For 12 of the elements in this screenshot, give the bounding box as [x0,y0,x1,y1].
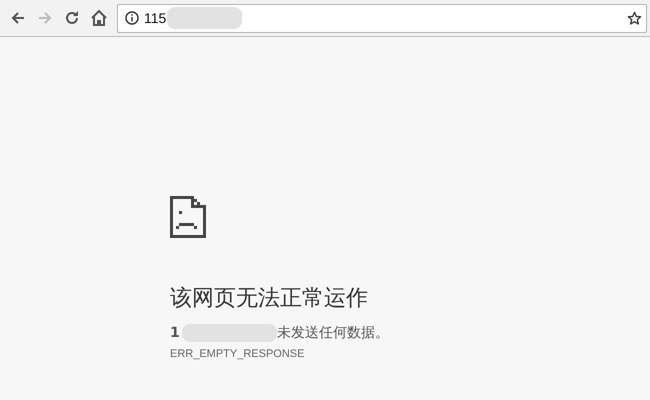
error-code: ERR_EMPTY_RESPONSE [170,348,306,360]
sad-page-icon [170,196,206,238]
address-bar[interactable]: 115 [117,4,647,32]
host-text: 1 [170,325,180,341]
info-icon [125,11,139,25]
back-icon[interactable] [10,10,26,26]
home-icon[interactable] [90,9,108,27]
reload-icon[interactable] [64,10,80,26]
star-icon[interactable] [627,10,642,26]
error-message: 未发送任何数据。 [276,324,389,342]
error-title: 该网页无法正常运作 [170,285,369,313]
url-text: 115 [144,10,166,26]
